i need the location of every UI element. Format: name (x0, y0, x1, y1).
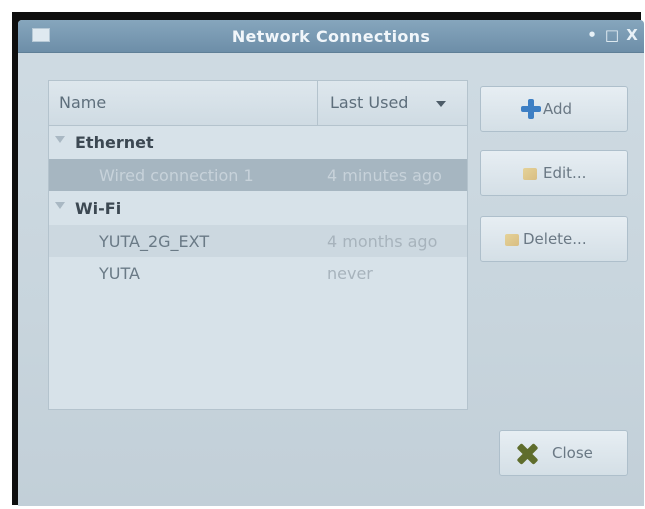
connection-name: YUTA_2G_EXT (99, 232, 210, 251)
titlebar[interactable]: Network Connections • □ X (18, 20, 644, 53)
chevron-down-icon[interactable] (436, 101, 446, 107)
close-icon (516, 443, 538, 465)
list-header: Name Last Used (49, 81, 467, 126)
plus-icon (521, 99, 541, 119)
expander-icon[interactable] (55, 136, 65, 143)
column-header-last-used-label: Last Used (330, 93, 409, 112)
maximize-icon[interactable]: □ (604, 26, 620, 44)
expander-icon[interactable] (55, 202, 65, 209)
list-item-wired-connection[interactable]: Wired connection 1 4 minutes ago (49, 159, 467, 191)
connection-name: YUTA (99, 264, 140, 283)
close-button[interactable]: Close (499, 430, 628, 476)
close-button-label: Close (552, 444, 593, 462)
edit-button-label: Edit... (543, 164, 587, 182)
connection-last-used: 4 minutes ago (327, 166, 442, 185)
edit-button[interactable]: Edit... (480, 150, 628, 196)
group-row-wifi[interactable]: Wi-Fi (49, 193, 467, 225)
list-item-yuta[interactable]: YUTA never (49, 257, 467, 289)
add-button-label: Add (543, 100, 573, 118)
group-label: Ethernet (75, 133, 154, 152)
edit-icon (523, 168, 537, 180)
column-header-last-used[interactable]: Last Used (317, 81, 468, 125)
connections-list[interactable]: Name Last Used Ethernet Wired connection… (48, 80, 468, 410)
delete-icon (505, 234, 519, 246)
window-title: Network Connections (231, 27, 431, 46)
list-item-yuta-2g-ext[interactable]: YUTA_2G_EXT 4 months ago (49, 225, 467, 257)
network-connections-window: Network Connections • □ X Name Last Used… (18, 20, 644, 506)
add-button[interactable]: Add (480, 86, 628, 132)
close-window-icon[interactable]: X (624, 26, 640, 44)
delete-button-label: Delete... (523, 230, 587, 248)
connection-name: Wired connection 1 (99, 166, 254, 185)
connection-last-used: 4 months ago (327, 232, 438, 251)
group-row-ethernet[interactable]: Ethernet (49, 127, 467, 159)
column-header-name[interactable]: Name (59, 93, 106, 112)
minimize-icon[interactable]: • (584, 26, 600, 44)
delete-button[interactable]: Delete... (480, 216, 628, 262)
group-label: Wi-Fi (75, 199, 122, 218)
connection-last-used: never (327, 264, 373, 283)
